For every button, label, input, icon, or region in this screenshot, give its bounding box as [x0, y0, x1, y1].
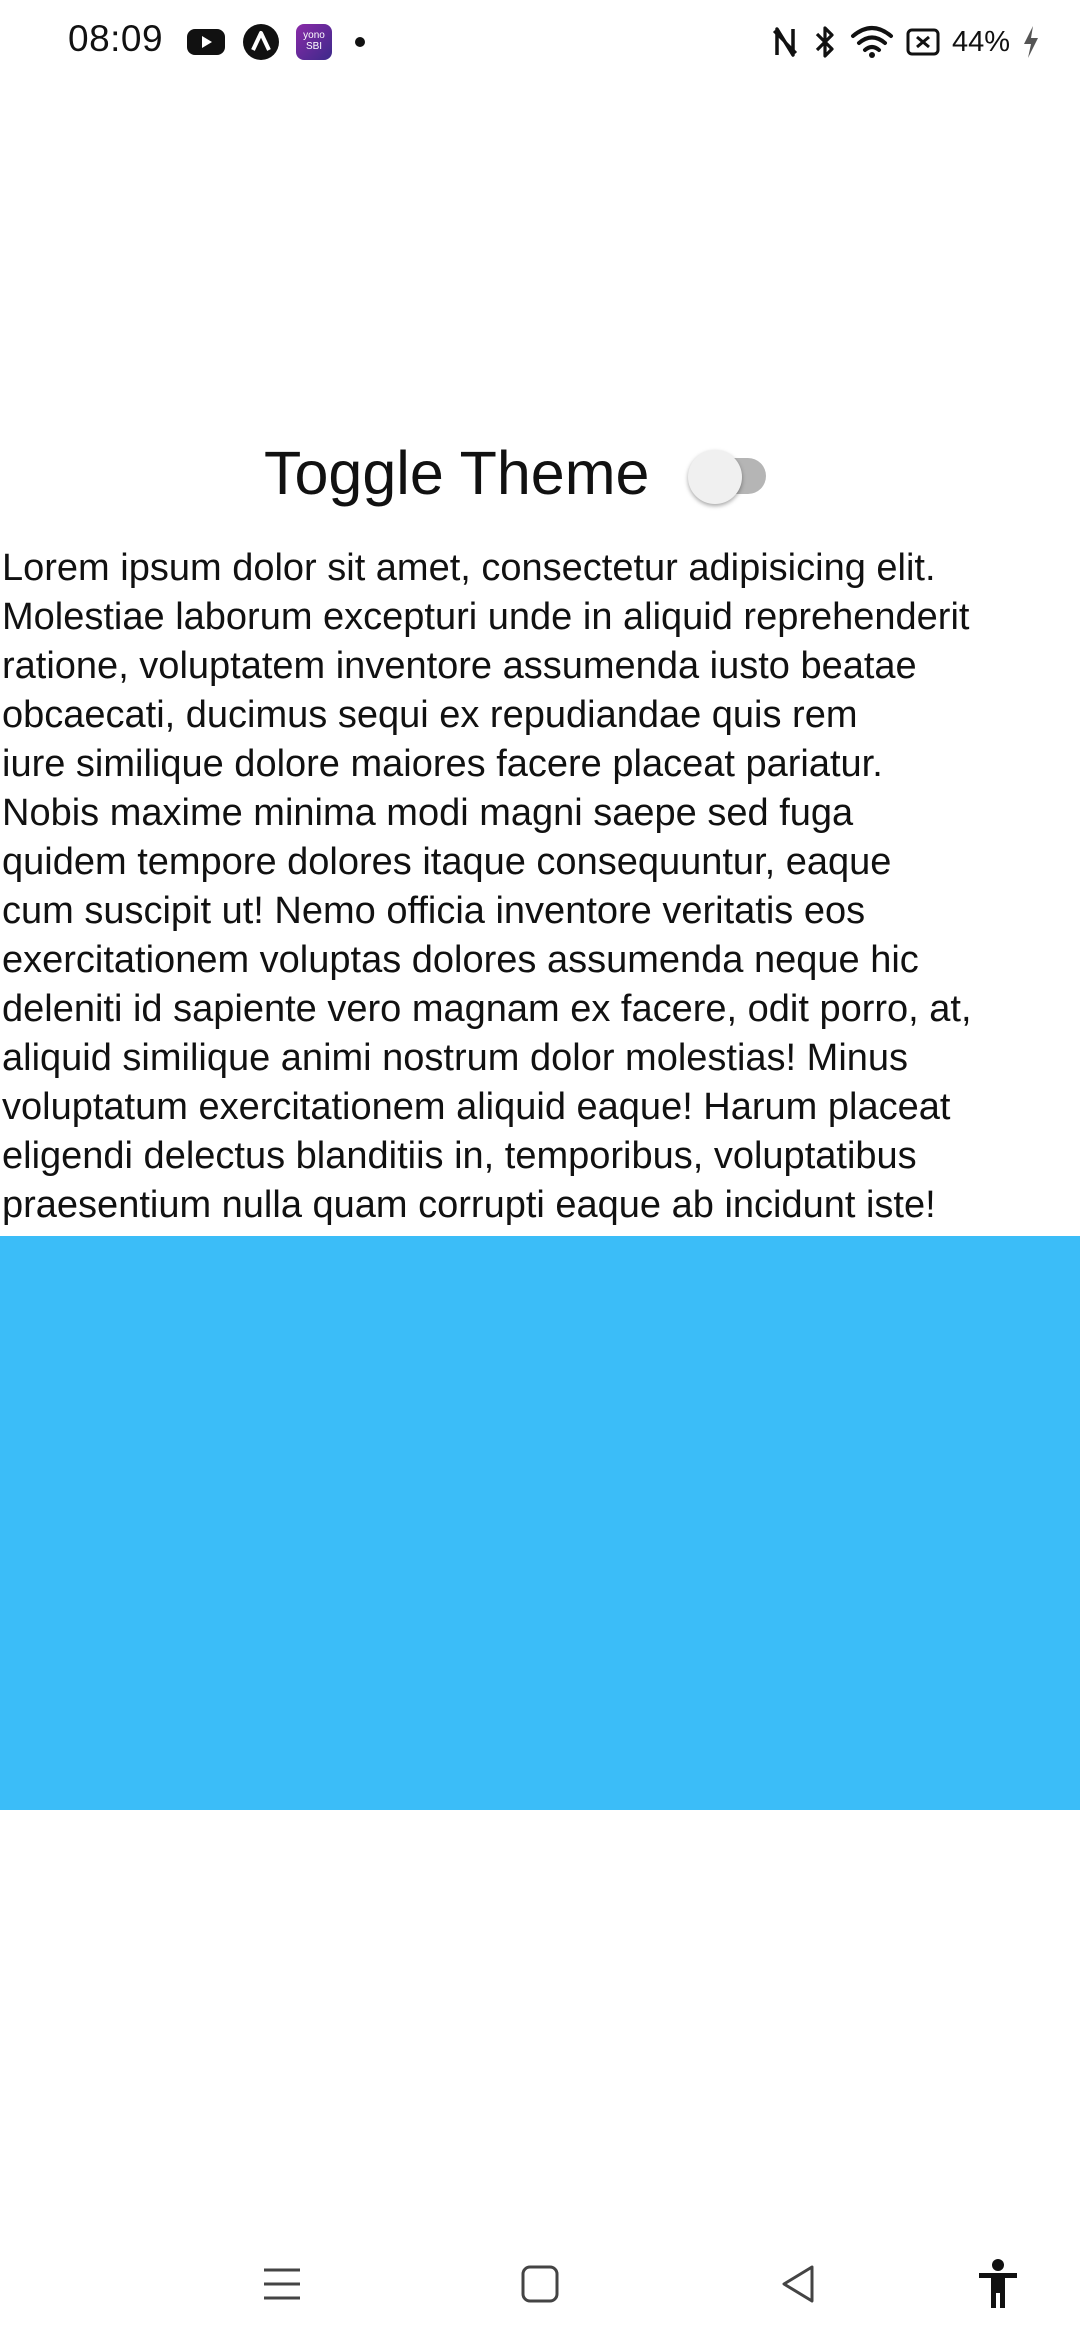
app-screen: 08:09 yono SBI 44% Toggle Theme Lorem ip…: [0, 0, 1080, 2340]
wifi-icon: [850, 26, 893, 58]
blue-content-box: [0, 1236, 1080, 1810]
charging-icon: [1024, 26, 1038, 58]
theme-toggle-row: Toggle Theme: [0, 428, 1080, 512]
paragraph-line: ratione, voluptatem inventore assumenda …: [2, 645, 917, 687]
paragraph-line: iure similique dolore maiores facere pla…: [2, 743, 883, 785]
navigation-bar: [0, 2230, 1080, 2340]
accessibility-button[interactable]: [968, 2254, 1028, 2314]
lorem-paragraph: Lorem ipsum dolor sit amet, consectetur …: [2, 544, 1080, 1230]
youtube-icon: [187, 29, 225, 55]
nfc-icon: [772, 27, 798, 57]
paragraph-line: voluptatum exercitationem aliquid eaque!…: [2, 1086, 951, 1128]
accessibility-icon: [979, 2259, 1017, 2308]
status-time: 08:09: [68, 18, 164, 59]
home-button[interactable]: [510, 2254, 570, 2314]
paragraph-line: Molestiae laborum excepturi unde in aliq…: [2, 596, 970, 638]
paragraph-line: Lorem ipsum dolor sit amet, consectetur …: [2, 547, 936, 589]
notification-icons: yono SBI: [186, 22, 372, 62]
theme-toggle-switch[interactable]: [684, 447, 786, 507]
paragraph-line: quidem tempore dolores itaque consequunt…: [2, 841, 892, 883]
paragraph-line: aliquid similique animi nostrum dolor mo…: [2, 1037, 909, 1079]
menu-button[interactable]: [252, 2254, 312, 2314]
menu-icon: [264, 2268, 300, 2300]
toggle-theme-label: Toggle Theme: [264, 439, 650, 507]
battery-percentage: 44%: [951, 25, 1010, 58]
app-a-icon: [243, 24, 279, 60]
paragraph-line: exercitationem voluptas dolores assumend…: [2, 939, 919, 981]
paragraph-line: cum suscipit ut! Nemo officia inventore …: [2, 890, 866, 932]
yono-sbi-icon: yono SBI: [296, 24, 332, 60]
dot-icon: [355, 37, 365, 47]
bluetooth-icon: [815, 26, 834, 58]
system-icons: 44%: [770, 20, 1040, 64]
sbi-label: SBI: [305, 41, 323, 52]
yono-label: yono: [303, 30, 325, 41]
paragraph-line: eligendi delectus blanditiis in, tempori…: [2, 1135, 917, 1177]
paragraph-line: praesentium nulla quam corrupti eaque ab…: [2, 1184, 936, 1226]
paragraph-line: Nobis maxime minima modi magni saepe sed…: [2, 792, 854, 834]
back-button[interactable]: [768, 2254, 828, 2314]
paragraph-line: obcaecati, ducimus sequi ex repudiandae …: [2, 694, 858, 736]
status-bar: 08:09 yono SBI 44%: [0, 0, 1080, 84]
battery-saver-icon: [906, 28, 940, 56]
home-icon: [521, 2265, 559, 2303]
switch-thumb: [688, 450, 742, 504]
paragraph-line: deleniti id sapiente vero magnam ex face…: [2, 988, 972, 1030]
back-icon: [782, 2265, 814, 2303]
